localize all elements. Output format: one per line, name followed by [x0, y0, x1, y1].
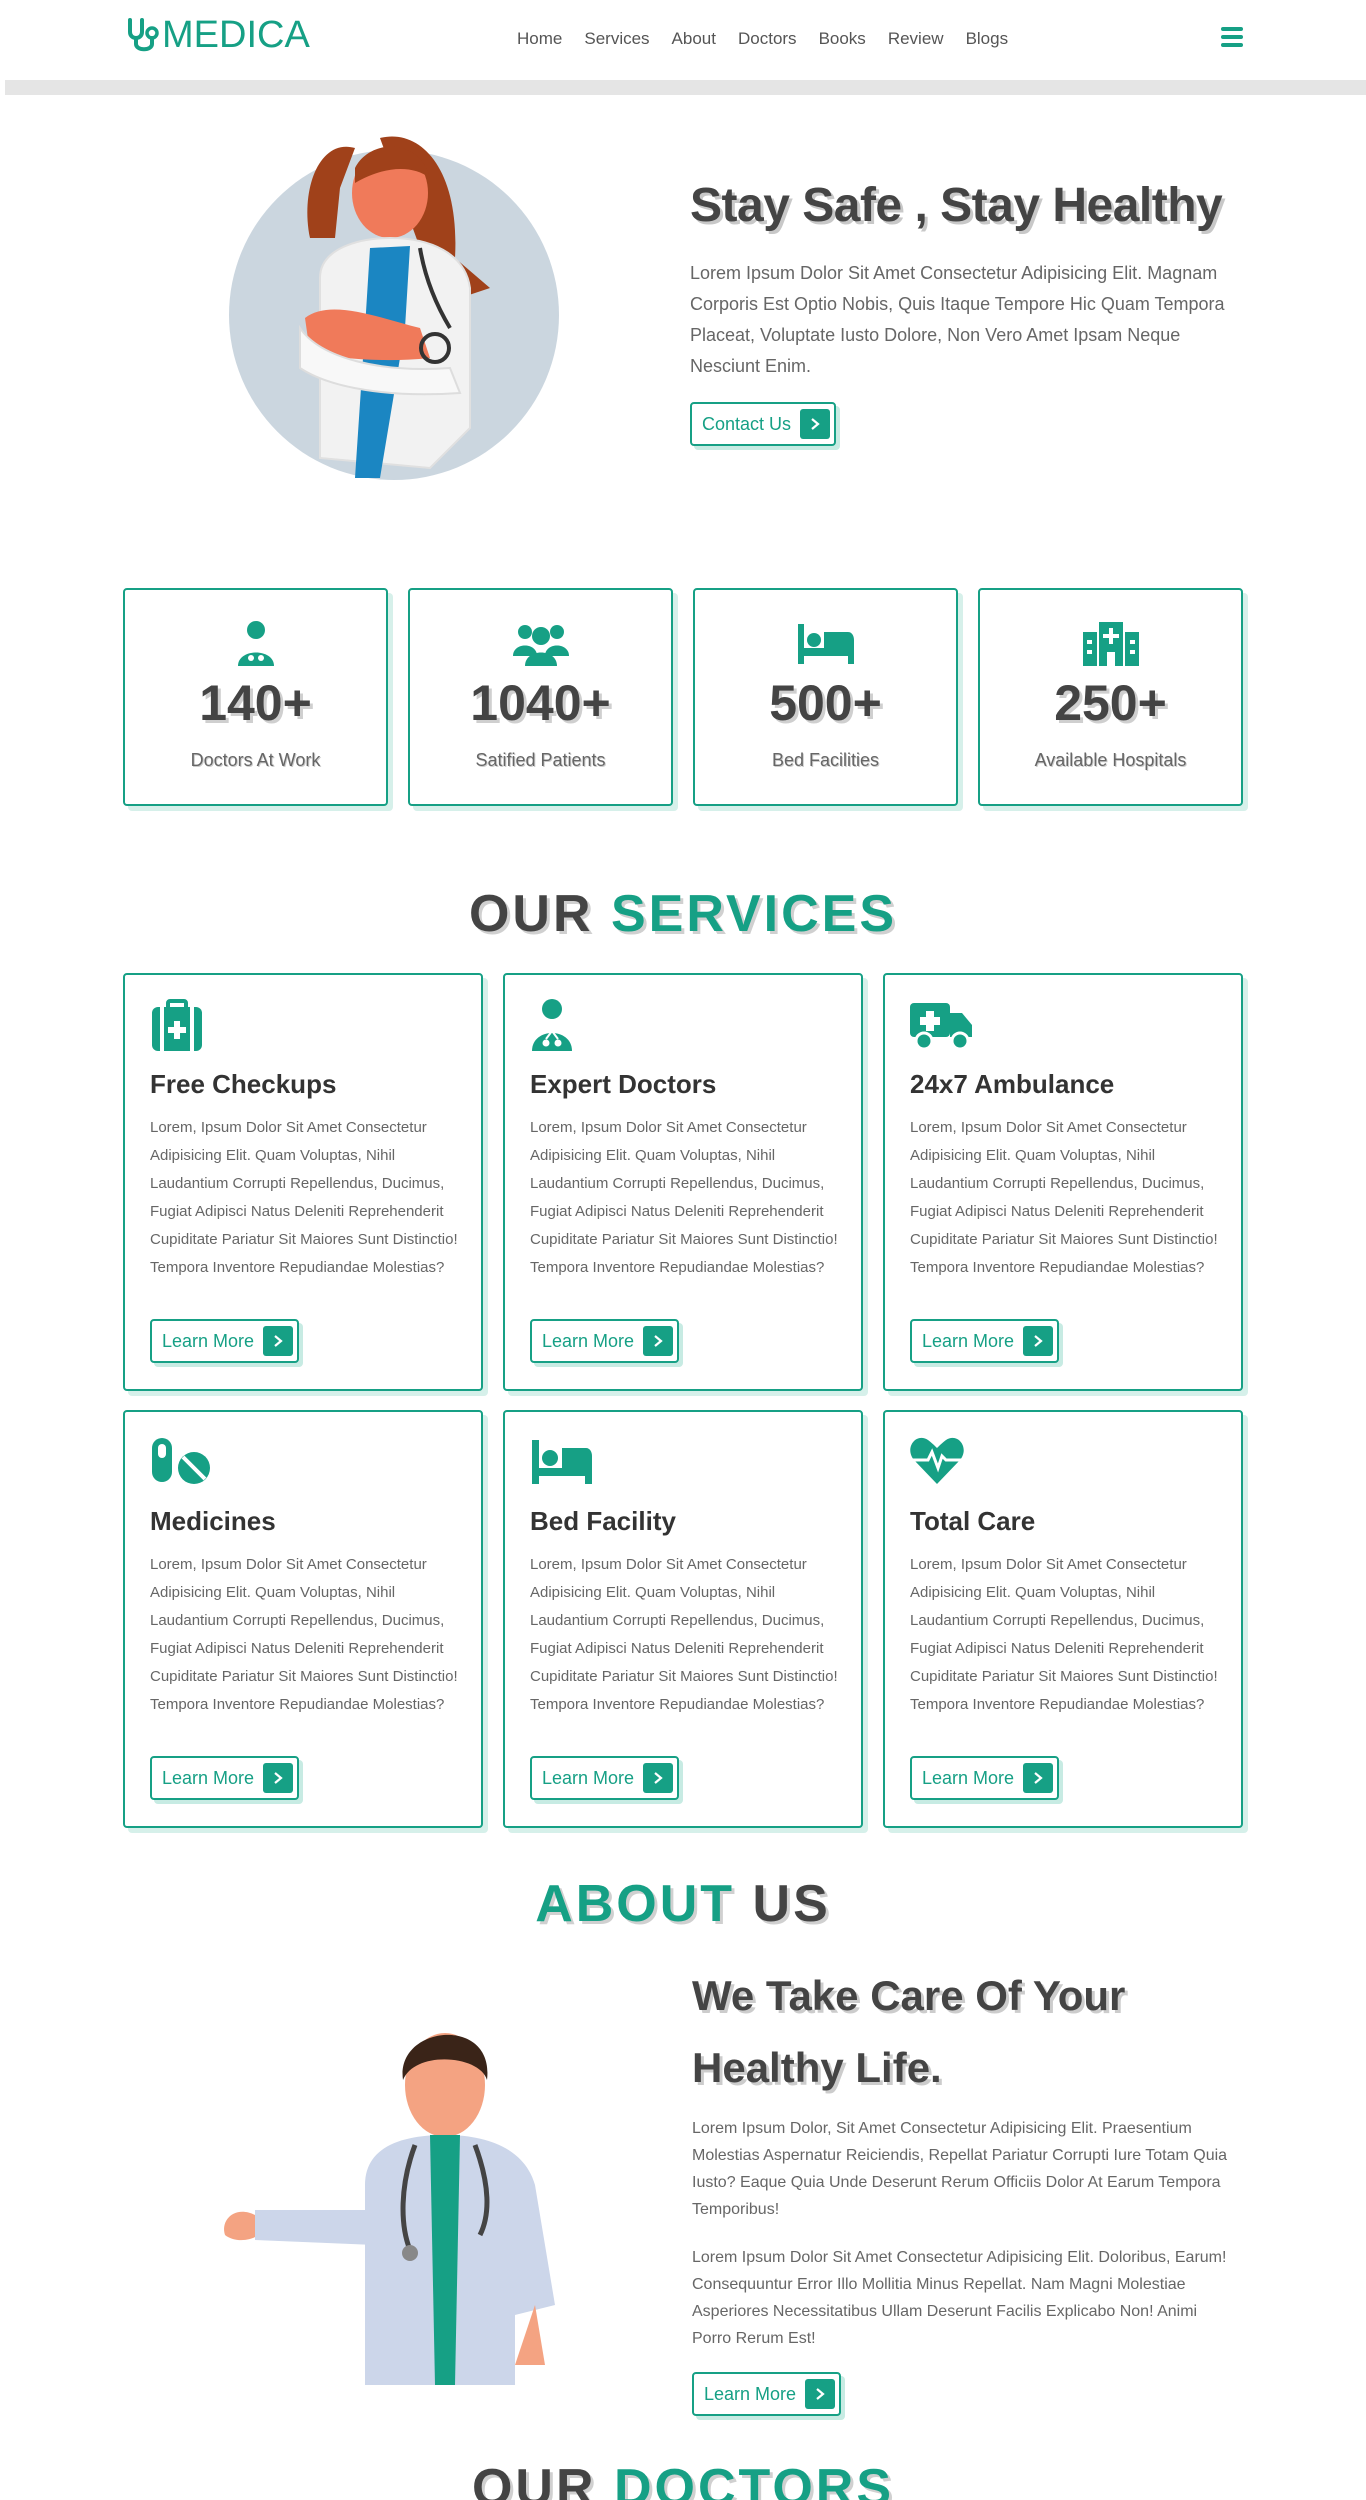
stat-number: 140+	[199, 675, 312, 731]
service-card-total-care: Total Care Lorem, Ipsum Dolor Sit Amet C…	[883, 1410, 1243, 1828]
stat-number: 500+	[769, 675, 882, 731]
service-text: Lorem, Ipsum Dolor Sit Amet Consectetur …	[530, 1119, 838, 1276]
chevron-right-icon	[800, 409, 831, 439]
logo-text: MEDICA	[162, 14, 310, 56]
learn-more-label: Learn More	[162, 1330, 255, 1351]
nav-review[interactable]: Review	[888, 27, 944, 51]
service-text: Lorem, Ipsum Dolor Sit Amet Consectetur …	[910, 1556, 1218, 1713]
learn-more-button[interactable]: Learn More	[150, 1756, 300, 1800]
hospital-icon	[1082, 622, 1139, 666]
nav-home[interactable]: Home	[517, 27, 562, 51]
service-title: Expert Doctors	[530, 1069, 717, 1099]
stat-card-patients: 1040+ Satified Patients	[408, 588, 673, 806]
service-title: 24x7 Ambulance	[910, 1069, 1115, 1099]
heading-part-accent: ABOUT	[535, 1875, 736, 1933]
chevron-right-icon	[643, 1763, 674, 1793]
service-title: Bed Facility	[530, 1506, 676, 1536]
chevron-right-icon	[263, 1763, 294, 1793]
doctor-pointing-illustration	[224, 2033, 555, 2385]
logo[interactable]: MEDICA	[124, 14, 310, 56]
chevron-right-icon	[263, 1326, 294, 1356]
medkit-icon	[152, 999, 202, 1051]
chevron-right-icon	[1023, 1326, 1054, 1356]
stat-label: Bed Facilities	[771, 750, 880, 770]
header-divider	[5, 80, 1366, 95]
nav-services[interactable]: Services	[584, 27, 649, 51]
nav-doctors[interactable]: Doctors	[738, 27, 797, 51]
heading-part-dark: OUR	[468, 885, 594, 943]
service-card-medicines: Medicines Lorem, Ipsum Dolor Sit Amet Co…	[123, 1410, 483, 1828]
chevron-right-icon	[1023, 1763, 1054, 1793]
service-card-checkups: Free Checkups Lorem, Ipsum Dolor Sit Ame…	[123, 973, 483, 1391]
learn-more-button[interactable]: Learn More	[150, 1319, 300, 1363]
heading-part-dark: OUR	[471, 2459, 597, 2500]
hamburger-menu-icon[interactable]	[1221, 27, 1243, 49]
stat-number: 1040+	[470, 675, 611, 731]
learn-more-label: Learn More	[922, 1767, 1015, 1788]
about-heading: ABOUT US	[0, 1874, 1366, 1934]
service-text: Lorem, Ipsum Dolor Sit Amet Consectetur …	[150, 1119, 458, 1276]
ambulance-icon	[910, 1003, 972, 1051]
doctors-heading: OUR DOCTORS	[0, 2458, 1366, 2500]
stat-label: Available Hospitals	[1034, 750, 1187, 770]
learn-more-label: Learn More	[922, 1330, 1015, 1351]
learn-more-button[interactable]: Learn More	[910, 1756, 1060, 1800]
heading-part-dark: US	[752, 1875, 831, 1933]
learn-more-button[interactable]: Learn More	[530, 1319, 680, 1363]
service-title: Free Checkups	[150, 1069, 337, 1099]
stat-label: Satified Patients	[475, 750, 606, 770]
stethoscope-icon	[128, 18, 159, 52]
about-paragraph-1: Lorem Ipsum Dolor, Sit Amet Consectetur …	[692, 2120, 1228, 2218]
bed-icon	[797, 624, 854, 664]
service-card-ambulance: 24x7 Ambulance Lorem, Ipsum Dolor Sit Am…	[883, 973, 1243, 1391]
stat-number: 250+	[1054, 675, 1167, 731]
nav-books[interactable]: Books	[819, 27, 866, 51]
service-text: Lorem, Ipsum Dolor Sit Amet Consectetur …	[910, 1119, 1218, 1276]
nav-about[interactable]: About	[672, 27, 716, 51]
learn-more-label: Learn More	[542, 1330, 635, 1351]
stat-card-doctors: 140+ Doctors At Work	[123, 588, 388, 806]
doctor-icon	[237, 621, 274, 666]
contact-us-button[interactable]: Contact Us	[690, 402, 837, 446]
service-card-doctors: Expert Doctors Lorem, Ipsum Dolor Sit Am…	[503, 973, 863, 1391]
heading-part-accent: DOCTORS	[613, 2459, 895, 2500]
chevron-right-icon	[805, 2379, 836, 2409]
patients-icon	[512, 625, 569, 666]
chevron-right-icon	[643, 1326, 674, 1356]
nav-blogs[interactable]: Blogs	[966, 27, 1009, 51]
hero-text: Lorem Ipsum Dolor Sit Amet Consectetur A…	[690, 263, 1225, 376]
about-paragraph-2: Lorem Ipsum Dolor Sit Amet Consectetur A…	[692, 2249, 1227, 2347]
learn-more-label: Learn More	[162, 1767, 255, 1788]
service-text: Lorem, Ipsum Dolor Sit Amet Consectetur …	[530, 1556, 838, 1713]
pills-icon	[152, 1438, 210, 1484]
learn-more-button[interactable]: Learn More	[530, 1756, 680, 1800]
hero-title: Stay Safe , Stay Healthy	[690, 179, 1223, 232]
contact-us-label: Contact Us	[702, 413, 792, 434]
learn-more-label: Learn More	[542, 1767, 635, 1788]
service-text: Lorem, Ipsum Dolor Sit Amet Consectetur …	[150, 1556, 458, 1713]
about-title: We Take Care Of Your Healthy Life.	[692, 1972, 1126, 2091]
learn-more-label: Learn More	[704, 2383, 797, 2404]
header: MEDICA Home Services About Doctors Books…	[0, 0, 1366, 80]
services-heading: OUR SERVICES	[0, 884, 1366, 944]
stat-card-beds: 500+ Bed Facilities	[693, 588, 958, 806]
service-title: Medicines	[150, 1506, 276, 1536]
service-card-bed: Bed Facility Lorem, Ipsum Dolor Sit Amet…	[503, 1410, 863, 1828]
heartbeat-icon	[910, 1437, 964, 1484]
service-title: Total Care	[910, 1506, 1036, 1536]
learn-more-button[interactable]: Learn More	[910, 1319, 1060, 1363]
doctor-illustration	[299, 136, 490, 478]
bed-icon	[532, 1440, 592, 1484]
heading-part-accent: SERVICES	[610, 885, 898, 943]
doctor-icon	[532, 999, 572, 1051]
about-learn-more-button[interactable]: Learn More	[692, 2372, 842, 2416]
stat-card-hospitals: 250+ Available Hospitals	[978, 588, 1243, 806]
stat-label: Doctors At Work	[190, 750, 321, 770]
main-nav: Home Services About Doctors Books Review…	[517, 27, 1030, 51]
